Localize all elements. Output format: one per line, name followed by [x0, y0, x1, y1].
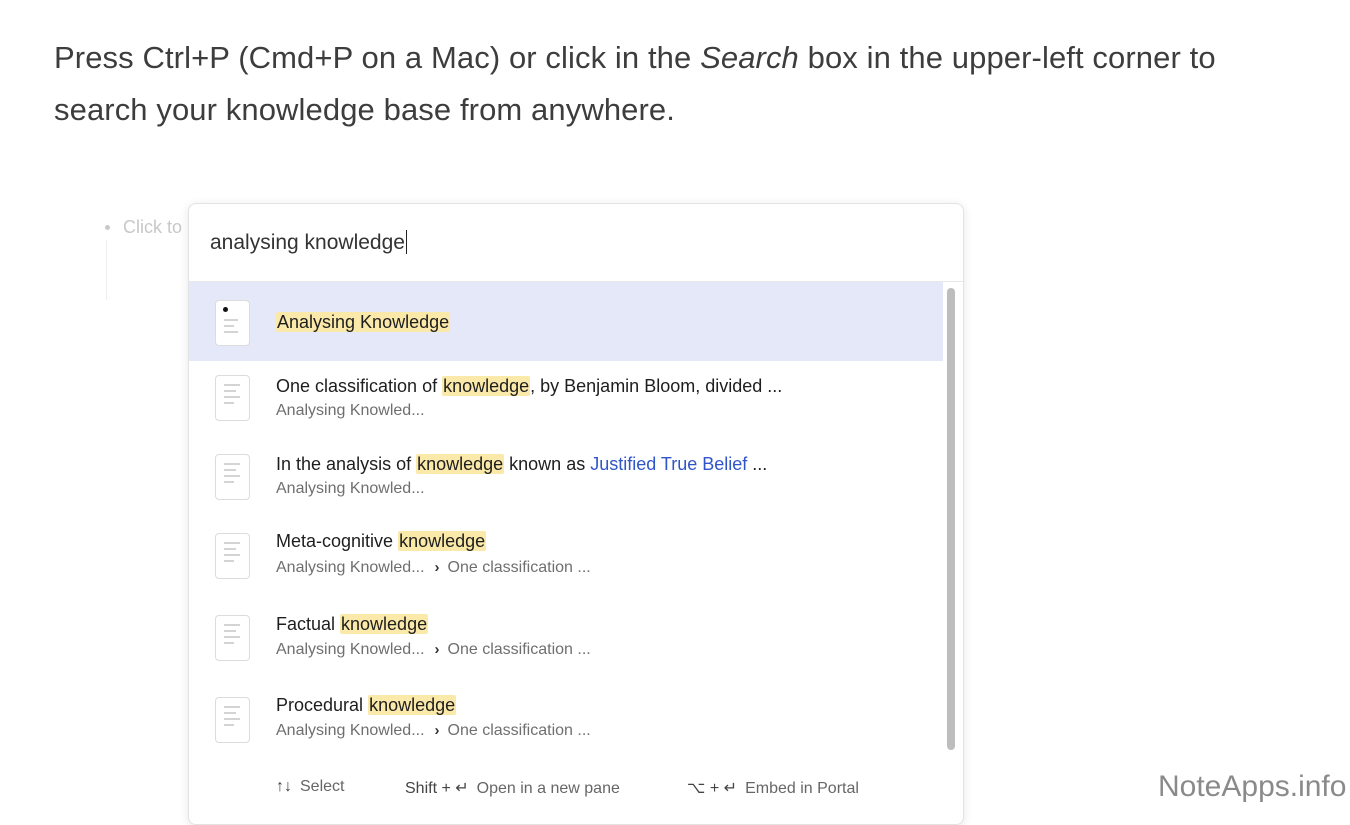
scrollbar-thumb[interactable] [947, 288, 955, 750]
block-reference-link: Justified True Belief [590, 454, 748, 474]
result-path: Analysing Knowled... [276, 402, 425, 419]
result-path: Analysing Knowled... › One classification … [276, 722, 591, 739]
bullet-dot [223, 307, 228, 312]
result-path: Analysing Knowled... › One classification … [276, 641, 591, 658]
hint-select: ↑↓ Select [276, 778, 345, 795]
search-result-item[interactable]: Meta-cognitive knowledge Analysing Knowl… [189, 517, 943, 599]
result-title: One classification of knowledge, by Benj… [276, 376, 783, 396]
page-icon [215, 300, 250, 346]
search-result-item[interactable]: Procedural knowledge Analysing Knowled..… [189, 680, 943, 762]
search-input[interactable]: analysing knowledge [210, 230, 408, 255]
chevron-right-icon: › [434, 559, 440, 576]
result-title: In the analysis of knowledge known as Ju… [276, 454, 768, 474]
chevron-right-icon: › [434, 722, 440, 739]
chevron-right-icon: › [434, 641, 440, 658]
document-icon [215, 697, 250, 743]
document-icon [215, 533, 250, 579]
result-title: Meta-cognitive knowledge [276, 531, 487, 551]
document-icon [215, 615, 250, 661]
result-title: Factual knowledge [276, 614, 429, 634]
shift-enter-keys: Shift + ↵ [405, 780, 469, 797]
bullet-icon [105, 225, 110, 230]
match-highlight: knowledge [340, 614, 429, 634]
text-caret [405, 230, 408, 254]
result-title: Procedural knowledge [276, 695, 457, 715]
watermark: NoteApps.info [1158, 770, 1347, 803]
match-highlight: knowledge [398, 531, 487, 551]
search-result-item[interactable]: Factual knowledge Analysing Knowled... › O… [189, 599, 943, 680]
hint-open-new-pane: Shift + ↵ Open in a new pane [405, 780, 620, 797]
background-divider [106, 240, 107, 300]
intro-search-emphasis: Search [700, 40, 799, 75]
search-results-list: Analysing Knowledge One classification o… [189, 282, 943, 762]
document-icon [215, 375, 250, 421]
intro-text-before: Press Ctrl+P (Cmd+P on a Mac) or click i… [54, 40, 701, 75]
search-result-item[interactable]: One classification of knowledge, by Benj… [189, 361, 943, 439]
search-query-text: analysing knowledge [210, 231, 405, 254]
background-bullet-text: Click to [123, 217, 183, 237]
document-icon [215, 454, 250, 500]
match-highlight: knowledge [416, 454, 505, 474]
result-path: Analysing Knowled... › One classification … [276, 559, 591, 576]
search-result-item[interactable]: Analysing Knowledge [189, 282, 943, 361]
match-highlight: knowledge [442, 376, 531, 396]
result-title: Analysing Knowledge [276, 312, 451, 333]
intro-paragraph: Press Ctrl+P (Cmd+P on a Mac) or click i… [54, 32, 1304, 136]
result-path: Analysing Knowled... [276, 480, 425, 497]
arrow-keys-icon: ↑↓ [276, 778, 292, 795]
match-highlight: Analysing Knowledge [276, 312, 451, 332]
match-highlight: knowledge [368, 695, 457, 715]
option-enter-keys: ⌥ + ↵ [687, 780, 738, 797]
search-result-item[interactable]: In the analysis of knowledge known as Ju… [189, 439, 943, 517]
search-modal: analysing knowledge Analysing Knowledge … [188, 203, 964, 825]
hint-embed-portal: ⌥ + ↵ Embed in Portal [687, 780, 859, 797]
